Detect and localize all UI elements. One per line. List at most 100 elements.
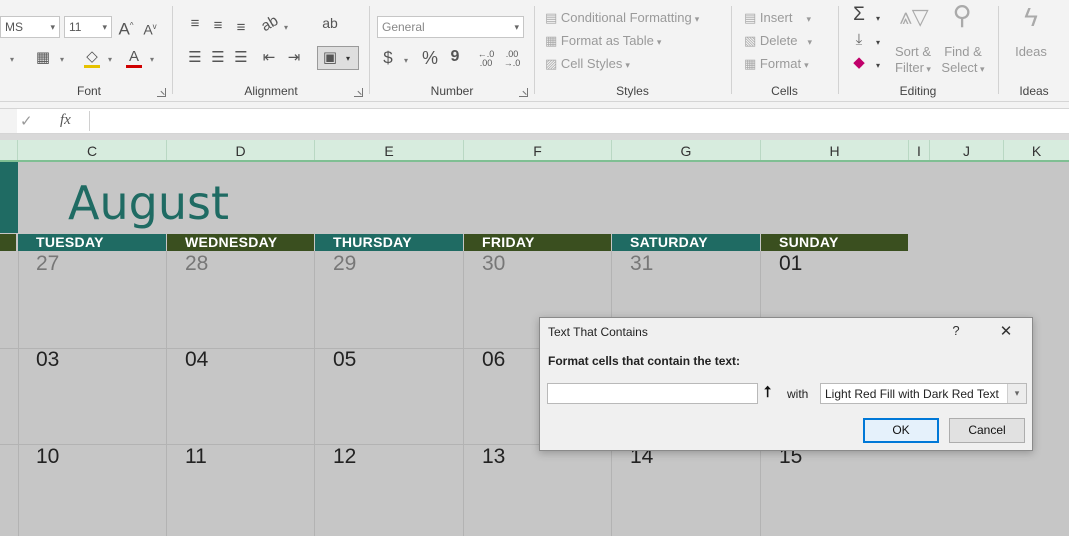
find-select-button[interactable]: Find & Select ▾ (937, 44, 989, 77)
contains-text-input[interactable] (547, 383, 777, 404)
shrink-font-icon[interactable]: Av (140, 18, 160, 39)
increase-decimal-icon[interactable]: ←.0.00 (476, 50, 496, 68)
currency-icon[interactable]: $ (380, 49, 396, 67)
chevron-down-icon[interactable]: ▾ (876, 14, 880, 23)
formula-input[interactable] (92, 109, 1069, 133)
column-header-f[interactable]: F (464, 140, 612, 160)
grow-font-icon[interactable]: A^ (116, 17, 136, 39)
column-header-c[interactable]: C (18, 140, 167, 160)
chevron-down-icon: ▾ (656, 37, 662, 47)
formula-divider (89, 111, 90, 131)
day-header-saturday: SATURDAY (612, 234, 760, 251)
chevron-down-icon[interactable]: ▾ (876, 61, 880, 70)
chevron-down-icon[interactable]: ▾ (876, 38, 880, 47)
align-left-icon[interactable]: ☰ (185, 49, 205, 67)
insert-button[interactable]: ▤ Insert ▾ (744, 10, 811, 26)
olive-side-block (0, 234, 16, 251)
chevron-down-icon[interactable]: ▾ (150, 55, 154, 64)
wrap-text-icon[interactable]: ab (319, 14, 341, 32)
date-cell[interactable]: 31 (630, 252, 653, 276)
date-cell[interactable]: 01 (779, 252, 802, 276)
format-button[interactable]: ▦ Format ▾ (744, 56, 809, 72)
align-right-icon[interactable]: ☰ (231, 49, 251, 67)
date-cell[interactable]: 27 (36, 252, 59, 276)
autosum-icon[interactable]: Σ (849, 5, 869, 24)
font-color-icon[interactable]: A (124, 48, 144, 68)
date-cell[interactable]: 28 (185, 252, 208, 276)
alignment-group-label: Alignment (244, 84, 298, 98)
font-dialog-launcher-icon[interactable] (157, 88, 166, 97)
column-header-j[interactable]: J (930, 140, 1004, 160)
date-cell[interactable]: 11 (185, 445, 207, 469)
font-size-box[interactable]: 11 ▾ (64, 16, 112, 38)
chevron-down-icon[interactable]: ▾ (60, 55, 64, 64)
date-cell[interactable]: 10 (36, 445, 59, 469)
date-cell[interactable]: 29 (333, 252, 356, 276)
increase-indent-icon[interactable]: ⇥ (284, 49, 304, 67)
date-cell[interactable]: 13 (482, 445, 505, 469)
align-center-icon[interactable]: ☰ (208, 49, 228, 67)
column-header-k[interactable]: K (1004, 140, 1069, 160)
sort-filter-button[interactable]: Sort & Filter ▾ (891, 44, 935, 77)
enter-check-icon[interactable]: ✓ (20, 112, 33, 130)
column-header-e[interactable]: E (315, 140, 464, 160)
chevron-down-icon[interactable]: ▾ (10, 55, 14, 64)
font-name-box[interactable]: MS ▾ (0, 16, 60, 38)
percent-icon[interactable]: % (420, 49, 440, 67)
decrease-decimal-icon[interactable]: .00 →.0 (502, 50, 522, 68)
delete-button[interactable]: ▧ Delete ▾ (744, 33, 812, 49)
bottom-align-icon[interactable]: ≡ (231, 19, 251, 37)
orientation-icon[interactable]: ab (256, 11, 284, 38)
find-magnifier-icon[interactable]: ⚲ (947, 2, 977, 28)
fill-color-icon[interactable]: ◇ (82, 48, 102, 68)
date-cell[interactable]: 05 (333, 348, 356, 372)
top-align-icon[interactable]: ≡ (185, 15, 205, 33)
fill-icon[interactable]: ⤓ (849, 31, 869, 49)
dialog-title: Text That Contains (548, 325, 648, 339)
decrease-indent-icon[interactable]: ⇤ (259, 49, 279, 67)
column-header-b-edge[interactable] (0, 140, 18, 160)
format-as-table-icon: ▦ (545, 33, 558, 48)
teal-side-block (0, 162, 18, 233)
help-button[interactable]: ? (948, 323, 964, 338)
ok-button[interactable]: OK (863, 418, 939, 443)
column-header-i[interactable]: I (909, 140, 930, 160)
close-button[interactable]: ✕ (998, 322, 1014, 340)
column-header-h[interactable]: H (761, 140, 909, 160)
date-cell[interactable]: 12 (333, 445, 356, 469)
range-select-icon[interactable]: ⭡ (757, 383, 777, 404)
format-style-select[interactable]: Light Red Fill with Dark Red Text ▾ (820, 383, 1027, 404)
borders-icon[interactable]: ▦ (33, 49, 53, 67)
font-name-value: MS (5, 20, 23, 34)
sort-filter-icon[interactable]: ⩓▽ (897, 6, 931, 28)
comma-style-icon[interactable]: 9 (448, 48, 462, 66)
middle-align-icon[interactable]: ≡ (208, 17, 228, 35)
number-dialog-launcher-icon[interactable] (519, 88, 528, 97)
date-cell[interactable]: 06 (482, 348, 505, 372)
ideas-lightning-icon[interactable]: ϟ (1017, 4, 1045, 30)
chevron-down-icon: ▾ (807, 37, 813, 47)
cell-styles-label: Cell Styles (560, 56, 623, 71)
number-format-box[interactable]: General ▾ (377, 16, 524, 38)
column-header-g[interactable]: G (612, 140, 761, 160)
alignment-group: ≡ ≡ ≡ ab ▾ ab ☰ ☰ ☰ ⇤ ⇥ ▣ ▾ Alignment (173, 0, 369, 102)
chevron-down-icon: ▾ (694, 14, 700, 24)
alignment-dialog-launcher-icon[interactable] (354, 88, 363, 97)
format-as-table-button[interactable]: ▦ Format as Table ▾ (545, 33, 661, 49)
date-cell[interactable]: 30 (482, 252, 505, 276)
chevron-down-icon[interactable]: ▾ (404, 56, 408, 65)
column-header-d[interactable]: D (167, 140, 315, 160)
cancel-button[interactable]: Cancel (949, 418, 1025, 443)
merge-center-button[interactable]: ▣ ▾ (317, 46, 359, 70)
conditional-formatting-button[interactable]: ▤ Conditional Formatting ▾ (545, 10, 699, 26)
chevron-down-icon[interactable]: ▾ (284, 23, 288, 32)
ideas-button[interactable]: Ideas (1009, 44, 1053, 60)
clear-eraser-icon[interactable]: ◆ (849, 54, 869, 72)
cell-styles-button[interactable]: ▨ Cell Styles ▾ (545, 56, 630, 72)
date-cell[interactable]: 04 (185, 348, 208, 372)
chevron-down-icon: ▾ (514, 22, 519, 32)
date-cell[interactable]: 03 (36, 348, 59, 372)
insert-function-icon[interactable]: fx (60, 112, 71, 129)
day-header-friday: FRIDAY (464, 234, 611, 251)
chevron-down-icon[interactable]: ▾ (108, 55, 112, 64)
